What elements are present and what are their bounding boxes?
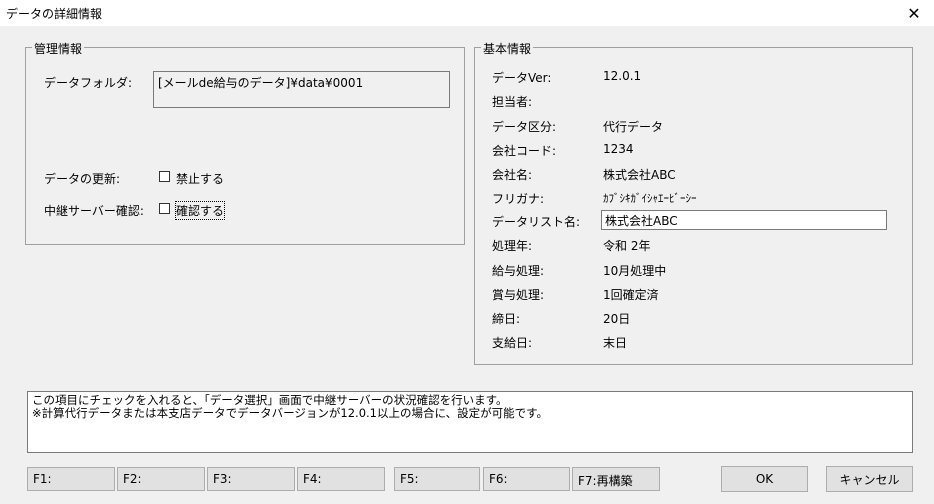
f6-button[interactable]: F6:	[483, 467, 570, 491]
close-button[interactable]: ✕	[894, 0, 934, 26]
prohibit-update-checkbox[interactable]	[159, 171, 170, 182]
processing-year-label: 処理年:	[492, 239, 533, 253]
salary-processing-label: 給与処理:	[492, 264, 545, 278]
relay-server-label: 中継サーバー確認:	[44, 204, 144, 218]
f5-button[interactable]: F5:	[394, 467, 480, 491]
data-category-label: データ区分:	[492, 120, 557, 134]
f3-button[interactable]: F3:	[207, 467, 295, 491]
data-category-value: 代行データ	[603, 120, 664, 134]
payment-day-label: 支給日:	[492, 336, 533, 350]
f2-button[interactable]: F2:	[117, 467, 205, 491]
data-list-name-input[interactable]	[601, 210, 887, 230]
company-code-label: 会社コード:	[492, 144, 557, 158]
relay-server-check-checkbox[interactable]	[159, 203, 170, 214]
ok-button[interactable]: OK	[721, 466, 808, 492]
help-text-area: この項目にチェックを入れると、「データ選択」画面で中継サーバーの状況確認を行いま…	[27, 391, 913, 453]
company-name-value: 株式会社ABC	[603, 168, 676, 182]
cancel-button[interactable]: キャンセル	[826, 466, 913, 492]
data-version-label: データVer:	[492, 71, 552, 85]
closing-day-value: 20日	[603, 312, 631, 326]
f7-rebuild-button[interactable]: F7:再構築	[572, 467, 660, 491]
data-version-value: 12.0.1	[603, 69, 642, 83]
furigana-label: フリガナ:	[492, 192, 545, 206]
data-folder-field: [メールde給与のデータ]¥data¥0001	[153, 71, 450, 108]
data-folder-label: データフォルダ:	[44, 76, 133, 90]
bonus-processing-value: 1回確定済	[603, 288, 659, 302]
person-in-charge-label: 担当者:	[492, 95, 533, 109]
help-text-line-2: ※計算代行データまたは本支店データでデータバージョンが12.0.1以上の場合に、…	[32, 406, 548, 420]
processing-year-value: 令和 2年	[603, 239, 651, 253]
furigana-value: ｶﾌﾞｼｷｶﾞｲｼｬｴｰﾋﾞｰｼｰ	[603, 192, 697, 205]
prohibit-update-checkbox-label[interactable]: 禁止する	[176, 170, 224, 187]
close-icon: ✕	[907, 3, 921, 23]
company-code-value: 1234	[603, 142, 634, 156]
data-update-label: データの更新:	[44, 172, 121, 186]
basic-info-legend: 基本情報	[481, 40, 534, 57]
salary-processing-value: 10月処理中	[603, 264, 667, 278]
relay-server-check-checkbox-label[interactable]: 確認する	[174, 201, 226, 220]
f4-button[interactable]: F4:	[297, 467, 385, 491]
closing-day-label: 締日:	[492, 312, 521, 326]
data-list-name-label: データリスト名:	[492, 215, 581, 229]
title-bar: データの詳細情報 ✕	[0, 0, 934, 26]
company-name-label: 会社名:	[492, 168, 533, 182]
f1-button[interactable]: F1:	[27, 467, 115, 491]
management-legend: 管理情報	[32, 40, 85, 57]
window-title: データの詳細情報	[6, 7, 103, 21]
payment-day-value: 末日	[603, 336, 628, 350]
bonus-processing-label: 賞与処理:	[492, 288, 545, 302]
